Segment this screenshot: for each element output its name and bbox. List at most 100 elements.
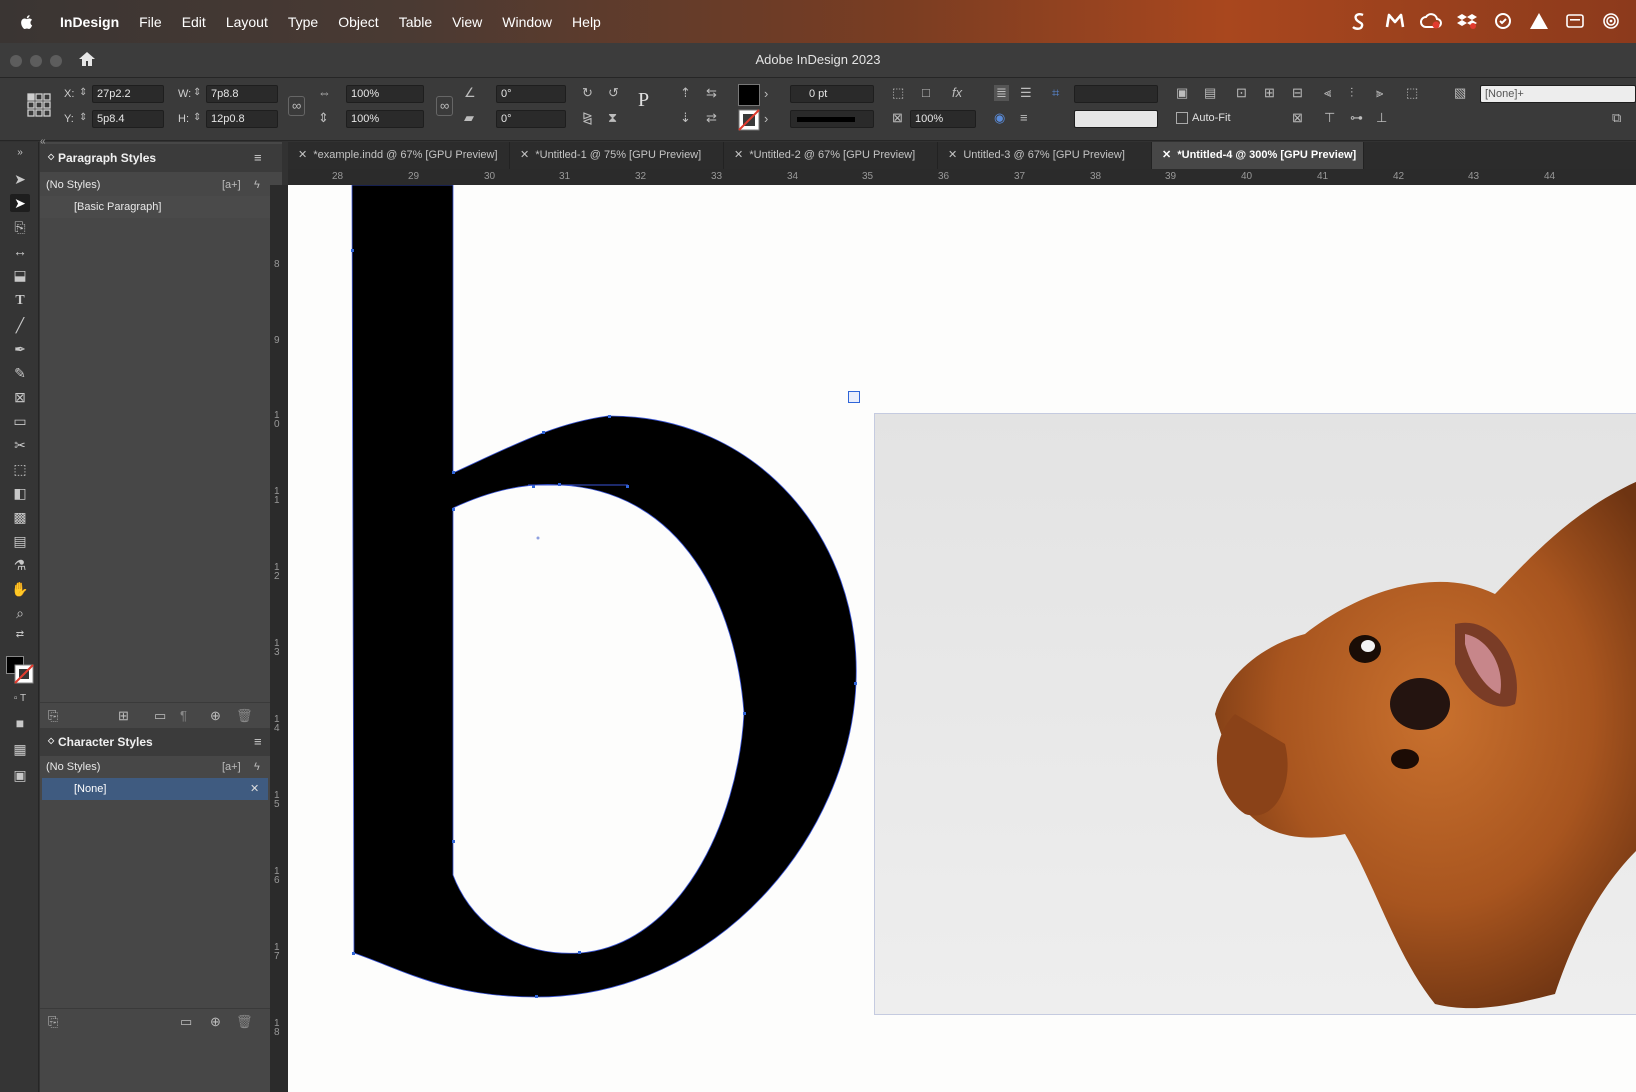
text-wrap-jump-icon[interactable]: ≡ — [1020, 110, 1028, 126]
fill-menu-chevron-icon[interactable]: › — [764, 86, 768, 102]
menu-extra-icon[interactable] — [1564, 10, 1586, 32]
warning-icon[interactable] — [1528, 10, 1550, 32]
panel-expand-icon[interactable]: ◇ — [48, 152, 54, 161]
select-container-icon[interactable]: ⇡ — [680, 85, 691, 101]
text-wrap-bbox-icon[interactable]: ☰ — [1020, 85, 1032, 101]
pencil-tool-icon[interactable]: ✎ — [10, 364, 30, 382]
selection-tool-icon[interactable]: ➤ — [10, 170, 30, 188]
rotation-field[interactable] — [496, 85, 566, 103]
align-bottom-icon[interactable]: ⊥ — [1376, 110, 1387, 126]
menu-app-name[interactable]: InDesign — [50, 14, 129, 30]
fit-frame-to-content-icon[interactable]: ⊞ — [1264, 85, 1275, 101]
new-group-folder-icon[interactable]: ▭ — [154, 708, 166, 724]
zoom-tool-icon[interactable]: ⌕ — [10, 604, 30, 622]
creative-cloud-icon[interactable] — [1420, 10, 1442, 32]
new-style-icon[interactable]: ⊕ — [210, 1014, 221, 1030]
menu-window[interactable]: Window — [492, 14, 562, 30]
doc-tab[interactable]: ✕ *example.indd @ 67% [GPU Preview] — [288, 142, 510, 169]
stroke-type-dropdown[interactable] — [790, 110, 874, 128]
corner-shape-dropdown[interactable] — [1074, 110, 1158, 128]
formatting-affects-container-icon[interactable]: ▫ T — [10, 690, 30, 708]
h-field[interactable] — [206, 110, 278, 128]
flip-horizontal-icon[interactable]: ⧎ — [582, 110, 593, 126]
menu-object[interactable]: Object — [328, 14, 388, 30]
placed-image-frame[interactable] — [874, 413, 1636, 1015]
load-styles-icon[interactable]: ⎘ — [48, 1014, 58, 1030]
delete-style-icon[interactable]: 🗑 — [236, 708, 253, 724]
frame-icon[interactable]: □ — [922, 85, 930, 101]
scissors-tool-icon[interactable]: ✂ — [10, 436, 30, 454]
close-tab-icon[interactable]: ✕ — [520, 149, 535, 161]
flip-vertical-icon[interactable]: ⧗ — [608, 110, 617, 126]
fill-frame-proportionally-icon[interactable]: ▤ — [1204, 85, 1216, 101]
page-tool-icon[interactable]: ⎘ — [10, 218, 30, 236]
autofit-checkbox[interactable] — [1176, 112, 1188, 124]
center-content-icon[interactable]: ⊟ — [1292, 85, 1303, 101]
new-style-icon[interactable]: ⊕ — [210, 708, 221, 724]
clear-overrides-icon[interactable]: ¶ — [180, 708, 187, 724]
close-tab-icon[interactable]: ✕ — [1162, 149, 1177, 161]
scale-y-field[interactable] — [346, 110, 424, 128]
effects-icon[interactable]: fx — [952, 85, 962, 101]
malwarebytes-icon[interactable] — [1384, 10, 1406, 32]
close-tab-icon[interactable]: ✕ — [948, 149, 963, 161]
doc-tab[interactable]: ✕ Untitled-3 @ 67% [GPU Preview] — [938, 142, 1152, 169]
select-previous-icon[interactable]: ⇆ — [706, 85, 717, 101]
fill-swatch[interactable] — [738, 84, 760, 106]
w-stepper-icon[interactable]: ⇕ — [193, 85, 201, 101]
rotate-ccw-icon[interactable]: ↺ — [608, 85, 619, 101]
gap-tool-icon[interactable]: ↔ — [10, 242, 30, 260]
h-stepper-icon[interactable]: ⇕ — [193, 110, 201, 126]
new-style-badge-icon[interactable]: [a+] — [222, 174, 241, 196]
fit-content-proportionally-icon[interactable]: ▣ — [1176, 85, 1188, 101]
y-stepper-icon[interactable]: ⇕ — [79, 110, 87, 126]
new-style-badge-icon[interactable]: [a+] — [222, 756, 241, 778]
panel-expand-icon[interactable]: ◇ — [48, 736, 54, 745]
paragraph-styles-header[interactable]: ◇ Paragraph Styles ≡ — [40, 144, 282, 172]
pen-tool-icon[interactable]: ✒ — [10, 340, 30, 358]
load-styles-icon[interactable]: ⎘ — [48, 708, 58, 724]
delete-style-icon[interactable]: 🗑 — [236, 1014, 253, 1030]
stroke-weight-field[interactable] — [790, 85, 874, 103]
rotate-cw-icon[interactable]: ↻ — [582, 85, 593, 101]
apple-icon[interactable] — [18, 13, 36, 31]
menu-layout[interactable]: Layout — [216, 14, 278, 30]
content-aware-fit-icon[interactable]: ⊠ — [1292, 110, 1303, 126]
rectangle-frame-tool-icon[interactable]: ⊠ — [10, 388, 30, 406]
preview-mode-icon[interactable]: ▣ — [10, 766, 30, 784]
eyedropper-tool-icon[interactable]: ⚗ — [10, 556, 30, 574]
fit-frame-icon[interactable]: ⬚ — [892, 85, 904, 101]
doc-tab-active[interactable]: ✕ *Untitled-4 @ 300% [GPU Preview] — [1152, 142, 1364, 169]
screen-mode-icon[interactable]: ▦ — [10, 740, 30, 758]
line-tool-icon[interactable]: ╱ — [10, 316, 30, 334]
opacity-field[interactable] — [910, 110, 976, 128]
menu-type[interactable]: Type — [278, 14, 328, 30]
align-right-icon[interactable]: ⫸ — [1376, 85, 1383, 101]
align-left-icon[interactable]: ⫷ — [1324, 85, 1331, 101]
content-collector-icon[interactable]: ⬓ — [10, 266, 30, 284]
lightning-icon[interactable]: ϟ — [254, 174, 260, 196]
close-tab-icon[interactable]: ✕ — [298, 149, 313, 161]
text-wrap-shape-icon[interactable]: ◉ — [994, 110, 1005, 126]
direct-selection-tool-icon[interactable]: ➤ — [10, 194, 30, 212]
select-content-icon[interactable]: ⇣ — [680, 110, 691, 126]
reference-point-icon[interactable] — [26, 92, 52, 118]
corner-size-field[interactable] — [1074, 85, 1158, 103]
x-field[interactable] — [92, 85, 164, 103]
align-center-icon[interactable]: ⫶ — [1350, 85, 1353, 101]
menu-edit[interactable]: Edit — [172, 14, 216, 30]
menu-table[interactable]: Table — [389, 14, 442, 30]
doc-tab[interactable]: ✕ *Untitled-2 @ 67% [GPU Preview] — [724, 142, 938, 169]
align-middle-icon[interactable]: ⊶ — [1350, 110, 1363, 126]
stroke-menu-chevron-icon[interactable]: › — [764, 111, 768, 127]
apply-color-icon[interactable]: ■ — [10, 714, 30, 732]
doc-tab[interactable]: ✕ *Untitled-1 @ 75% [GPU Preview] — [510, 142, 724, 169]
gradient-feather-tool-icon[interactable]: ▩ — [10, 508, 30, 526]
dropbox-icon[interactable] — [1456, 10, 1478, 32]
object-style-icon[interactable]: ▧ — [1454, 85, 1466, 101]
lightning-icon[interactable]: ϟ — [254, 756, 260, 778]
type-tool-icon[interactable]: T — [10, 292, 30, 310]
x-stepper-icon[interactable]: ⇕ — [79, 85, 87, 101]
new-group-folder-icon[interactable]: ▭ — [180, 1014, 192, 1030]
new-style-group-from-selection-icon[interactable]: ⊞ — [118, 708, 129, 724]
